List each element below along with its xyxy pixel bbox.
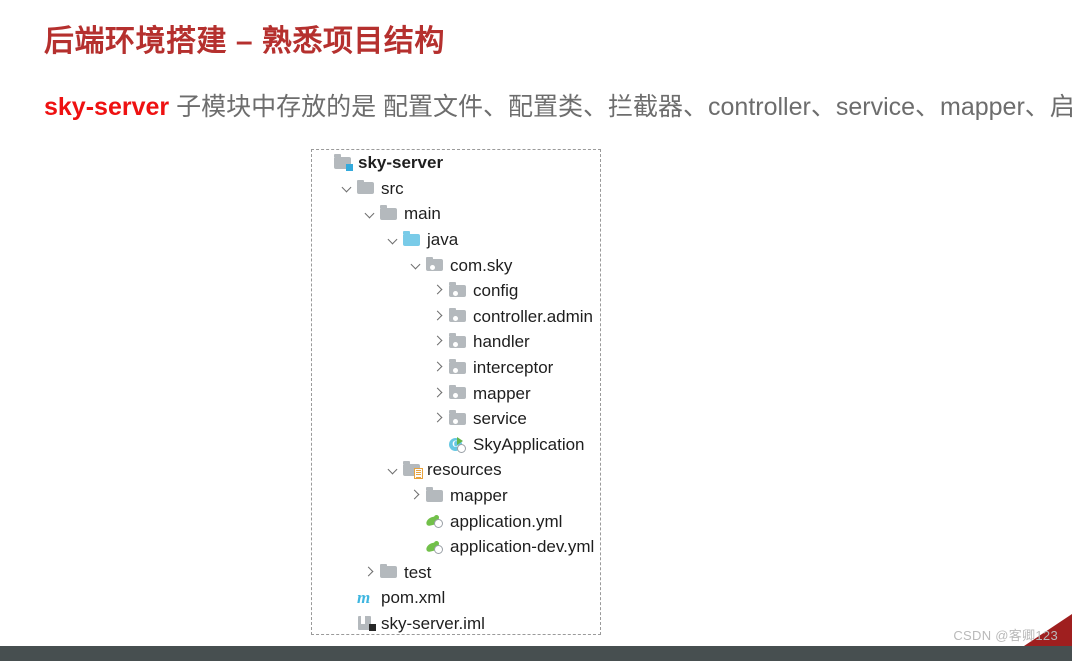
chevron-right-icon[interactable] bbox=[433, 335, 446, 348]
tree-row-label: com.sky bbox=[450, 255, 513, 275]
chevron-down-icon[interactable] bbox=[364, 207, 377, 220]
tree-row[interactable]: controller.admin bbox=[312, 304, 600, 330]
folder-module-icon bbox=[334, 154, 353, 171]
tree-row-label: sky-server.iml bbox=[381, 613, 485, 633]
iml-module-icon bbox=[357, 615, 376, 632]
tree-row[interactable]: config bbox=[312, 278, 600, 304]
tree-row-label: SkyApplication bbox=[473, 434, 585, 454]
spring-yml-icon bbox=[425, 513, 444, 529]
chevron-right-icon[interactable] bbox=[433, 412, 446, 425]
tree-row-label: service bbox=[473, 409, 527, 429]
folder-icon bbox=[380, 563, 398, 580]
tree-row-label: pom.xml bbox=[381, 588, 446, 608]
tree-row[interactable]: sky-server bbox=[312, 150, 600, 176]
tree-row-label: application.yml bbox=[450, 511, 563, 531]
tree-row[interactable]: interceptor bbox=[312, 355, 600, 381]
project-tree-panel: sky-server src main java com.sky config contro… bbox=[311, 149, 601, 635]
chevron-down-icon[interactable] bbox=[410, 259, 423, 272]
chevron-down-icon[interactable] bbox=[387, 233, 400, 246]
folder-sources-icon bbox=[403, 231, 421, 248]
tree-row[interactable]: resources bbox=[312, 457, 600, 483]
tree-row-label: mapper bbox=[450, 486, 508, 506]
chevron-right-icon[interactable] bbox=[433, 361, 446, 374]
chevron-placeholder bbox=[318, 156, 331, 169]
tree-row-label: main bbox=[404, 204, 441, 224]
bottom-bar bbox=[0, 646, 1072, 661]
tree-row[interactable]: service bbox=[312, 406, 600, 432]
tree-row[interactable]: handler bbox=[312, 329, 600, 355]
folder-resources-icon bbox=[403, 461, 423, 479]
chevron-placeholder bbox=[341, 617, 354, 630]
tree-row-label: config bbox=[473, 281, 519, 301]
tree-row[interactable]: main bbox=[312, 201, 600, 227]
package-icon bbox=[426, 256, 444, 273]
tree-row-label: test bbox=[404, 562, 432, 582]
spring-yml-icon bbox=[425, 539, 444, 555]
tree-row[interactable]: mapper bbox=[312, 380, 600, 406]
tree-row-label: handler bbox=[473, 332, 530, 352]
subtitle-accent-text: sky-server bbox=[44, 93, 170, 121]
watermark-text: CSDN @客卿123 bbox=[953, 628, 1058, 643]
package-icon bbox=[449, 333, 467, 350]
folder-icon bbox=[380, 205, 398, 222]
tree-row[interactable]: java bbox=[312, 227, 600, 253]
chevron-placeholder bbox=[410, 540, 423, 553]
chevron-right-icon[interactable] bbox=[410, 489, 423, 502]
tree-row[interactable]: mapper bbox=[312, 483, 600, 509]
tree-row-label: interceptor bbox=[473, 358, 554, 378]
tree-row-label: src bbox=[381, 178, 404, 198]
chevron-down-icon[interactable] bbox=[341, 182, 354, 195]
tree-row[interactable]: com.sky bbox=[312, 252, 600, 278]
chevron-right-icon[interactable] bbox=[364, 566, 377, 579]
tree-row-label: resources bbox=[427, 460, 502, 480]
package-icon bbox=[449, 384, 467, 401]
maven-icon: m bbox=[357, 587, 371, 607]
tree-row-label: sky-server bbox=[358, 153, 444, 173]
chevron-right-icon[interactable] bbox=[433, 387, 446, 400]
chevron-placeholder bbox=[410, 515, 423, 528]
tree-row[interactable]: application-dev.yml bbox=[312, 534, 600, 560]
package-icon bbox=[449, 307, 467, 324]
folder-icon bbox=[426, 487, 444, 504]
package-icon bbox=[449, 282, 467, 299]
tree-row-label: application-dev.yml bbox=[450, 537, 595, 557]
subtitle-line: sky-server 子模块中存放的是 配置文件、配置类、拦截器、control… bbox=[44, 92, 1072, 122]
chevron-right-icon[interactable] bbox=[433, 310, 446, 323]
subtitle-rest-text: 子模块中存放的是 配置文件、配置类、拦截器、controller、service… bbox=[169, 93, 1072, 121]
page-title: 后端环境搭建 – 熟悉项目结构 bbox=[44, 25, 445, 58]
tree-row[interactable]: test bbox=[312, 560, 600, 586]
folder-icon bbox=[357, 179, 375, 196]
tree-row[interactable]: sky-server.iml bbox=[312, 611, 600, 637]
chevron-down-icon[interactable] bbox=[387, 463, 400, 476]
tree-row[interactable]: src bbox=[312, 176, 600, 202]
tree-row[interactable]: m pom.xml bbox=[312, 585, 600, 611]
tree-row-label: java bbox=[427, 230, 459, 250]
chevron-placeholder bbox=[341, 591, 354, 604]
package-icon bbox=[449, 410, 467, 427]
tree-row[interactable]: application.yml bbox=[312, 508, 600, 534]
java-class-runnable-icon: C bbox=[449, 436, 467, 454]
tree-row[interactable]: C SkyApplication bbox=[312, 432, 600, 458]
package-icon bbox=[449, 359, 467, 376]
chevron-right-icon[interactable] bbox=[433, 284, 446, 297]
tree-row-label: mapper bbox=[473, 383, 531, 403]
tree-row-label: controller.admin bbox=[473, 306, 594, 326]
chevron-placeholder bbox=[433, 438, 446, 451]
